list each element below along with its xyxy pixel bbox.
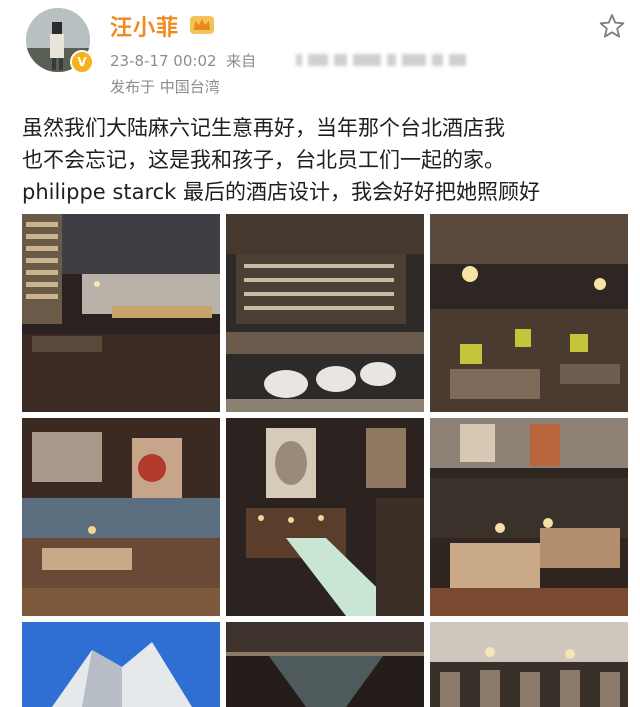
post-text-line: 也不会忘记，这是我和孩子，台北员工们一起的家。 [22,148,505,172]
post-text: 虽然我们大陆麻六记生意再好，当年那个台北酒店我 也不会忘记，这是我和孩子，台北员… [22,112,632,208]
post-text-line: philippe starck 最后的酒店设计，我会好好把她照顾好 [22,180,540,204]
post-meta: 23-8-17 00:02 来自 [110,50,256,71]
blurred-source [296,52,466,68]
photo-8[interactable] [226,622,424,707]
photo-5[interactable] [226,418,424,616]
post-location: 发布于 中国台湾 [110,78,220,96]
photo-4[interactable] [22,418,220,616]
post-header: V 汪小菲 23-8-17 00:02 来自 发布于 中国台湾 [0,0,640,110]
photo-6[interactable] [430,418,628,616]
crown-icon [190,16,214,34]
photo-2[interactable] [226,214,424,412]
photo-1[interactable] [22,214,220,412]
photo-9[interactable] [430,622,628,707]
post-timestamp: 23-8-17 00:02 [110,52,217,70]
photo-3[interactable] [430,214,628,412]
photo-7[interactable] [22,622,220,707]
verified-badge-icon: V [70,50,94,74]
post-text-line: 虽然我们大陆麻六记生意再好，当年那个台北酒店我 [22,116,505,140]
star-icon[interactable] [598,12,626,40]
username[interactable]: 汪小菲 [110,10,179,42]
photo-grid [22,214,628,707]
post-source-label: 来自 [226,52,257,70]
